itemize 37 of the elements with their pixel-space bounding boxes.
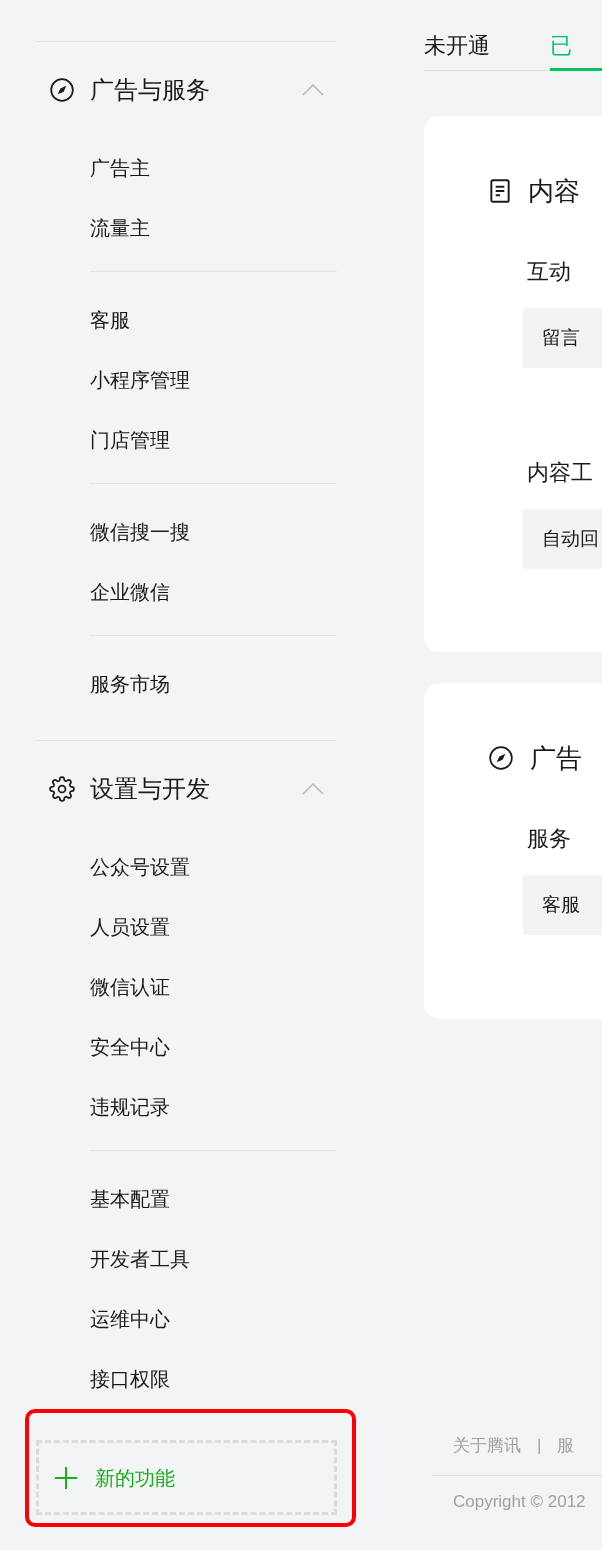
menu-item[interactable]: 人员设置 — [90, 912, 170, 942]
menu-item[interactable]: 接口权限 — [90, 1364, 170, 1394]
feature-chip[interactable]: 留言 — [523, 308, 602, 368]
section-header[interactable]: 设置与开发 — [36, 741, 337, 837]
settings-icon — [49, 776, 75, 802]
feature-chip[interactable]: 客服 — [523, 875, 602, 935]
section-heading: 服务 — [527, 824, 571, 853]
tab[interactable]: 未开通 — [424, 29, 490, 71]
section-heading: 互动 — [527, 257, 571, 286]
menu-item[interactable]: 运维中心 — [90, 1304, 170, 1334]
menu-item[interactable]: 小程序管理 — [90, 365, 190, 395]
section-heading: 内容工 — [527, 458, 593, 487]
card-title: 广告 — [530, 741, 582, 775]
chevron-up-icon — [302, 783, 324, 795]
menu-item[interactable]: 微信搜一搜 — [90, 517, 190, 547]
plus-icon — [54, 1465, 78, 1490]
menu-item[interactable]: 服务市场 — [90, 669, 170, 699]
section-header[interactable]: 广告与服务 — [36, 42, 337, 138]
compass-icon — [488, 745, 514, 771]
chevron-up-icon — [302, 84, 324, 96]
compass-icon — [49, 77, 75, 103]
menu-item[interactable]: 微信认证 — [90, 972, 170, 1002]
feature-chip[interactable]: 自动回 — [523, 509, 602, 569]
copyright-text: Copyright © 2012 — [453, 1492, 586, 1511]
document-icon — [488, 178, 512, 204]
menu-item[interactable]: 安全中心 — [90, 1032, 170, 1062]
menu-item[interactable]: 公众号设置 — [90, 852, 190, 882]
menu-item[interactable]: 基本配置 — [90, 1184, 170, 1214]
menu-item[interactable]: 门店管理 — [90, 425, 170, 455]
menu-item[interactable]: 流量主 — [90, 213, 150, 243]
separator: | — [537, 1435, 542, 1458]
menu-item[interactable]: 广告主 — [90, 153, 150, 183]
menu-item[interactable]: 企业微信 — [90, 577, 170, 607]
menu-item[interactable]: 开发者工具 — [90, 1244, 190, 1274]
menu-item[interactable]: 违规记录 — [90, 1092, 170, 1122]
card-title: 内容 — [528, 174, 580, 208]
menu-item[interactable]: 客服 — [90, 305, 130, 335]
